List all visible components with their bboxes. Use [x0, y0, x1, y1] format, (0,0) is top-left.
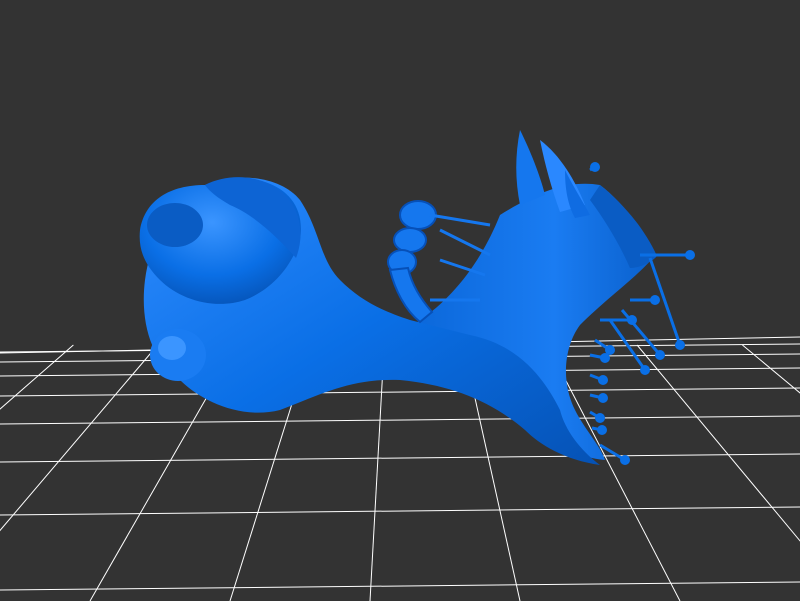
pin-ball	[598, 393, 608, 403]
pin-ball	[600, 353, 610, 363]
grid-line	[0, 415, 800, 425]
pin-ball	[685, 250, 695, 260]
grid-line	[742, 344, 800, 394]
grid-line	[0, 506, 800, 516]
model-eye-socket	[147, 203, 203, 247]
grid-line	[547, 344, 681, 601]
pin-ball	[655, 350, 665, 360]
grid-line	[0, 581, 800, 591]
pin-rod	[620, 309, 662, 356]
pin-ball	[595, 413, 605, 423]
grid-line	[0, 344, 159, 532]
model-mechanism	[387, 200, 437, 324]
pin-ball	[650, 295, 660, 305]
scene-canvas[interactable]	[0, 0, 800, 601]
pin-ball	[640, 365, 650, 375]
grid-line	[0, 344, 74, 410]
model-eye-highlight	[158, 336, 186, 360]
3d-model[interactable]	[139, 130, 695, 465]
grid-line	[369, 344, 385, 601]
pin-ball	[590, 162, 600, 172]
pin-ball	[597, 425, 607, 435]
grid-line	[636, 344, 800, 542]
3d-viewport[interactable]	[0, 0, 800, 601]
grid-line	[0, 453, 800, 463]
pin-ball	[675, 340, 685, 350]
pin-ball	[620, 455, 630, 465]
pin-rod	[608, 319, 647, 371]
pin-ball	[598, 375, 608, 385]
